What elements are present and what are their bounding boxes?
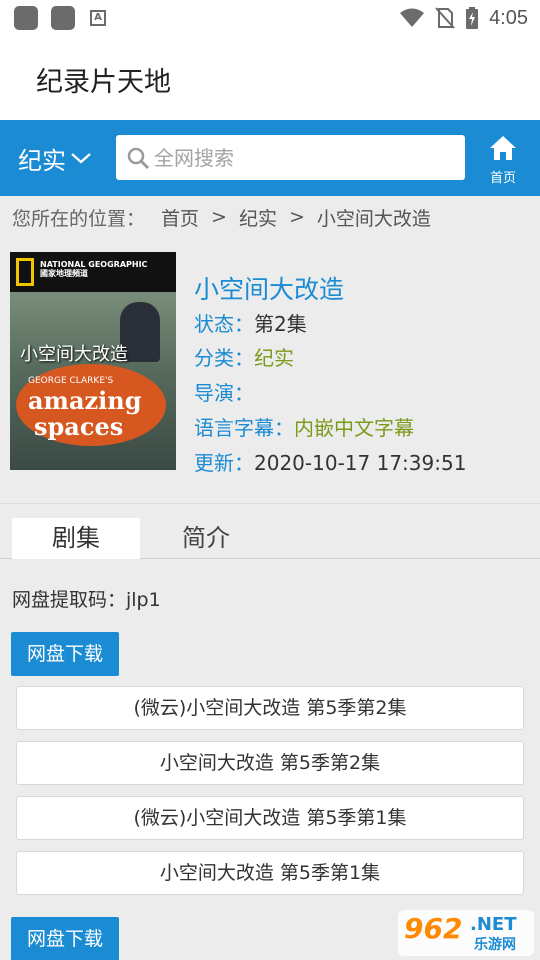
poster-title-line2: amazing [28,386,142,415]
info-subtitles: 语言字幕：内嵌中文字幕 [194,416,414,440]
category-label: 纪实 [18,146,66,175]
tab-bar: 剧集 简介 [0,518,540,559]
breadcrumb-prefix: 您所在的位置： [12,207,146,230]
episode-item[interactable]: (微云)小空间大改造 第5季第1集 [16,796,524,840]
home-label: 首页 [489,171,516,186]
status-bar: A 4:05 [0,0,540,36]
poster-title-line1: GEORGE CLARKE'S [28,376,114,386]
search-input[interactable] [154,145,454,170]
netdisk-download-button-2[interactable]: 网盘下载 [11,917,119,960]
watermark-net: .NET [470,914,517,935]
chevron-right-icon: > [288,206,305,228]
extraction-code: 网盘提取码：jlp1 [12,589,161,611]
episode-item[interactable]: 小空间大改造 第5季第2集 [16,741,524,785]
poster-title-cn: 小空间大改造 [20,344,128,365]
watermark-cn: 乐游网 [474,937,516,953]
search-icon [127,147,150,169]
breadcrumb-category[interactable]: 纪实 [239,204,277,231]
site-watermark: 962 .NET 乐游网 [398,910,534,956]
home-button[interactable]: 首页 [480,134,526,186]
show-info-card: NATIONAL GEOGRAPHIC 國家地理頻道 小空间大改造 GEORGE … [0,246,540,504]
chevron-down-icon [71,153,91,164]
wifi-icon [400,8,425,27]
info-director: 导演： [194,381,254,405]
poster-brand: NATIONAL GEOGRAPHIC 國家地理頻道 [40,260,148,278]
info-status: 状态：第2集 [194,312,307,336]
app-title: 纪录片天地 [36,67,171,98]
app-bar: 纪录片天地 [0,36,540,120]
search-box[interactable] [116,135,465,180]
show-title: 小空间大改造 [194,275,345,304]
a-icon: A [90,10,106,26]
tab-episodes[interactable]: 剧集 [12,518,140,559]
poster-title-line3: spaces [34,412,124,441]
breadcrumb-current: 小空间大改造 [316,207,431,230]
notification-icon [51,6,75,30]
poster-image: NATIONAL GEOGRAPHIC 國家地理頻道 小空间大改造 GEORGE … [10,252,176,470]
breadcrumb-home[interactable]: 首页 [161,204,199,231]
nat-geo-logo-icon [16,258,34,286]
chevron-right-icon: > [211,206,227,228]
netdisk-download-button[interactable]: 网盘下载 [11,632,119,676]
episode-item[interactable]: (微云)小空间大改造 第5季第2集 [16,686,524,730]
watermark-number: 962 [404,912,463,945]
clock: 4:05 [489,6,528,29]
no-sim-icon [435,7,455,29]
episode-item[interactable]: 小空间大改造 第5季第1集 [16,851,524,895]
info-updated: 更新：2020-10-17 17:39:51 [194,451,467,475]
home-icon [490,136,516,160]
battery-charging-icon [466,7,479,29]
info-category: 分类：纪实 [194,346,294,370]
breadcrumb: 您所在的位置： 首页 > 纪实 > 小空间大改造 [12,203,431,231]
tab-synopsis[interactable]: 简介 [142,518,270,559]
nav-bar: 纪实 首页 [0,120,540,196]
notification-icon [14,6,38,30]
category-dropdown[interactable]: 纪实 [18,140,92,176]
